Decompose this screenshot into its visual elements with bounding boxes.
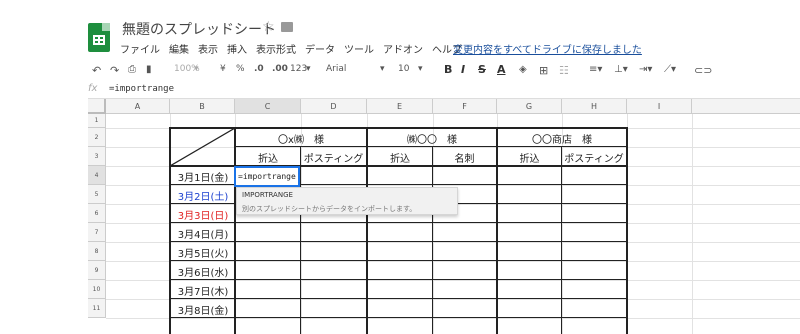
fx-icon: fx — [88, 83, 98, 94]
column-header-i[interactable]: I — [627, 99, 692, 114]
row-header-7[interactable]: 7 — [88, 223, 106, 242]
percent-button[interactable]: % — [236, 64, 245, 74]
menu-bar: ファイル 編集 表示 挿入 表示形式 データ ツール アドオン ヘルプ — [120, 41, 471, 56]
decrease-decimal-button[interactable]: .0 — [254, 64, 264, 74]
save-status-link[interactable]: 変更内容をすべてドライブに保存しました — [453, 41, 642, 56]
strikethrough-button[interactable]: S — [478, 63, 486, 76]
menu-file[interactable]: ファイル — [120, 41, 160, 56]
merge-cells-icon[interactable]: ☷ — [559, 64, 569, 77]
menu-edit[interactable]: 編集 — [169, 41, 189, 56]
row-header-10[interactable]: 10 — [88, 280, 106, 299]
row-header-2[interactable]: 2 — [88, 128, 106, 147]
column-header-f[interactable]: F — [433, 99, 497, 114]
subheader-5: 折込 — [519, 154, 540, 165]
group-header-2: ㈱〇〇 様 — [407, 135, 457, 146]
font-size-select[interactable]: 10 — [398, 64, 409, 74]
toolbar: ↶ ↷ ⎙ ▮ 100% ▾ ¥ % .0 .00 123 ▾ Arial ▾ … — [88, 60, 800, 80]
font-select[interactable]: Arial — [326, 64, 346, 74]
date-cell[interactable]: 3月2日(土) — [170, 188, 236, 203]
active-cell-editor[interactable]: =importrange — [234, 166, 300, 187]
vertical-align-icon[interactable]: ⊥▾ — [614, 64, 628, 75]
menu-data[interactable]: データ — [305, 41, 335, 56]
date-cell[interactable]: 3月5日(火) — [170, 245, 236, 260]
font-chevron-icon[interactable]: ▾ — [380, 64, 385, 74]
subheader-4: 名刺 — [454, 154, 475, 165]
document-title[interactable]: 無題のスプレッドシート — [122, 19, 276, 39]
date-cell[interactable]: 3月6日(水) — [170, 264, 236, 279]
row-header-6[interactable]: 6 — [88, 204, 106, 223]
subheader-2: ポスティング — [303, 154, 364, 165]
column-header-e[interactable]: E — [367, 99, 433, 114]
number-format-select[interactable]: 123 — [290, 64, 307, 74]
column-header-d[interactable]: D — [301, 99, 367, 114]
subheader-3: 折込 — [390, 154, 410, 165]
text-rotation-icon[interactable]: ⟋▾ — [664, 64, 676, 75]
row-header-8[interactable]: 8 — [88, 242, 106, 261]
group-header-1: 〇x㈱ 様 — [278, 135, 324, 146]
subheader-6: ポスティング — [564, 154, 624, 165]
date-cell[interactable]: 3月1日(金) — [170, 169, 236, 184]
row-header-5[interactable]: 5 — [88, 185, 106, 204]
menu-tools[interactable]: ツール — [344, 41, 374, 56]
print-icon[interactable]: ⎙ — [128, 64, 136, 75]
date-cell[interactable]: 3月4日(月) — [170, 226, 236, 241]
formula-suggestion-popup[interactable]: IMPORTRANGE 別のスプレッドシートからデータをインポートします。 — [236, 187, 458, 215]
menu-insert[interactable]: 挿入 — [227, 41, 247, 56]
suggestion-function-name[interactable]: IMPORTRANGE — [242, 191, 293, 199]
redo-icon[interactable]: ↷ — [110, 64, 119, 77]
star-icon[interactable]: ☆ — [262, 19, 275, 35]
increase-decimal-button[interactable]: .00 — [272, 64, 288, 74]
paint-format-icon[interactable]: ▮ — [146, 64, 152, 75]
folder-icon[interactable] — [281, 22, 293, 32]
date-cell[interactable]: 3月7日(木) — [170, 283, 236, 298]
currency-button[interactable]: ¥ — [220, 64, 226, 74]
date-cell[interactable]: 3月3日(日) — [170, 207, 236, 222]
sheets-logo-icon[interactable] — [88, 23, 110, 52]
group-header-3: 〇〇商店 様 — [532, 135, 592, 146]
bold-button[interactable]: B — [444, 63, 452, 76]
format-chevron-icon[interactable]: ▾ — [306, 64, 311, 74]
column-header-g[interactable]: G — [497, 99, 562, 114]
horizontal-align-icon[interactable]: ≡▾ — [589, 64, 602, 75]
borders-icon[interactable]: ⊞ — [539, 64, 548, 77]
row-header-3[interactable]: 3 — [88, 147, 106, 166]
fill-color-icon[interactable]: ◈ — [519, 64, 527, 75]
size-chevron-icon[interactable]: ▾ — [418, 64, 423, 74]
suggestion-description: 別のスプレッドシートからデータをインポートします。 — [242, 205, 417, 213]
menu-addons[interactable]: アドオン — [383, 41, 423, 56]
column-header-j[interactable] — [692, 99, 800, 114]
menu-view[interactable]: 表示 — [198, 41, 218, 56]
formula-input[interactable]: =importrange — [109, 84, 174, 94]
menu-format[interactable]: 表示形式 — [256, 41, 296, 56]
column-header-a[interactable]: A — [106, 99, 170, 114]
column-header-h[interactable]: H — [562, 99, 627, 114]
column-header-c[interactable]: C — [235, 99, 301, 114]
subheader-1: 折込 — [258, 154, 278, 165]
select-all-corner[interactable] — [88, 99, 106, 114]
row-header-11[interactable]: 11 — [88, 299, 106, 318]
column-header-b[interactable]: B — [170, 99, 235, 114]
diagonal-header-line — [170, 128, 235, 166]
zoom-chevron-icon[interactable]: ▾ — [194, 64, 199, 74]
spreadsheet-app: 無題のスプレッドシート ☆ ファイル 編集 表示 挿入 表示形式 データ ツール… — [0, 0, 800, 334]
italic-button[interactable]: I — [461, 63, 465, 76]
row-header-1[interactable]: 1 — [88, 114, 106, 128]
date-cell[interactable]: 3月8日(金) — [170, 302, 236, 317]
row-header-4[interactable]: 4 — [88, 166, 106, 185]
insert-link-icon[interactable]: ⊂⊃ — [694, 64, 712, 77]
text-wrap-icon[interactable]: ⇥▾ — [639, 64, 652, 75]
text-color-button[interactable]: A — [497, 63, 506, 76]
undo-icon[interactable]: ↶ — [92, 64, 101, 77]
row-header-9[interactable]: 9 — [88, 261, 106, 280]
